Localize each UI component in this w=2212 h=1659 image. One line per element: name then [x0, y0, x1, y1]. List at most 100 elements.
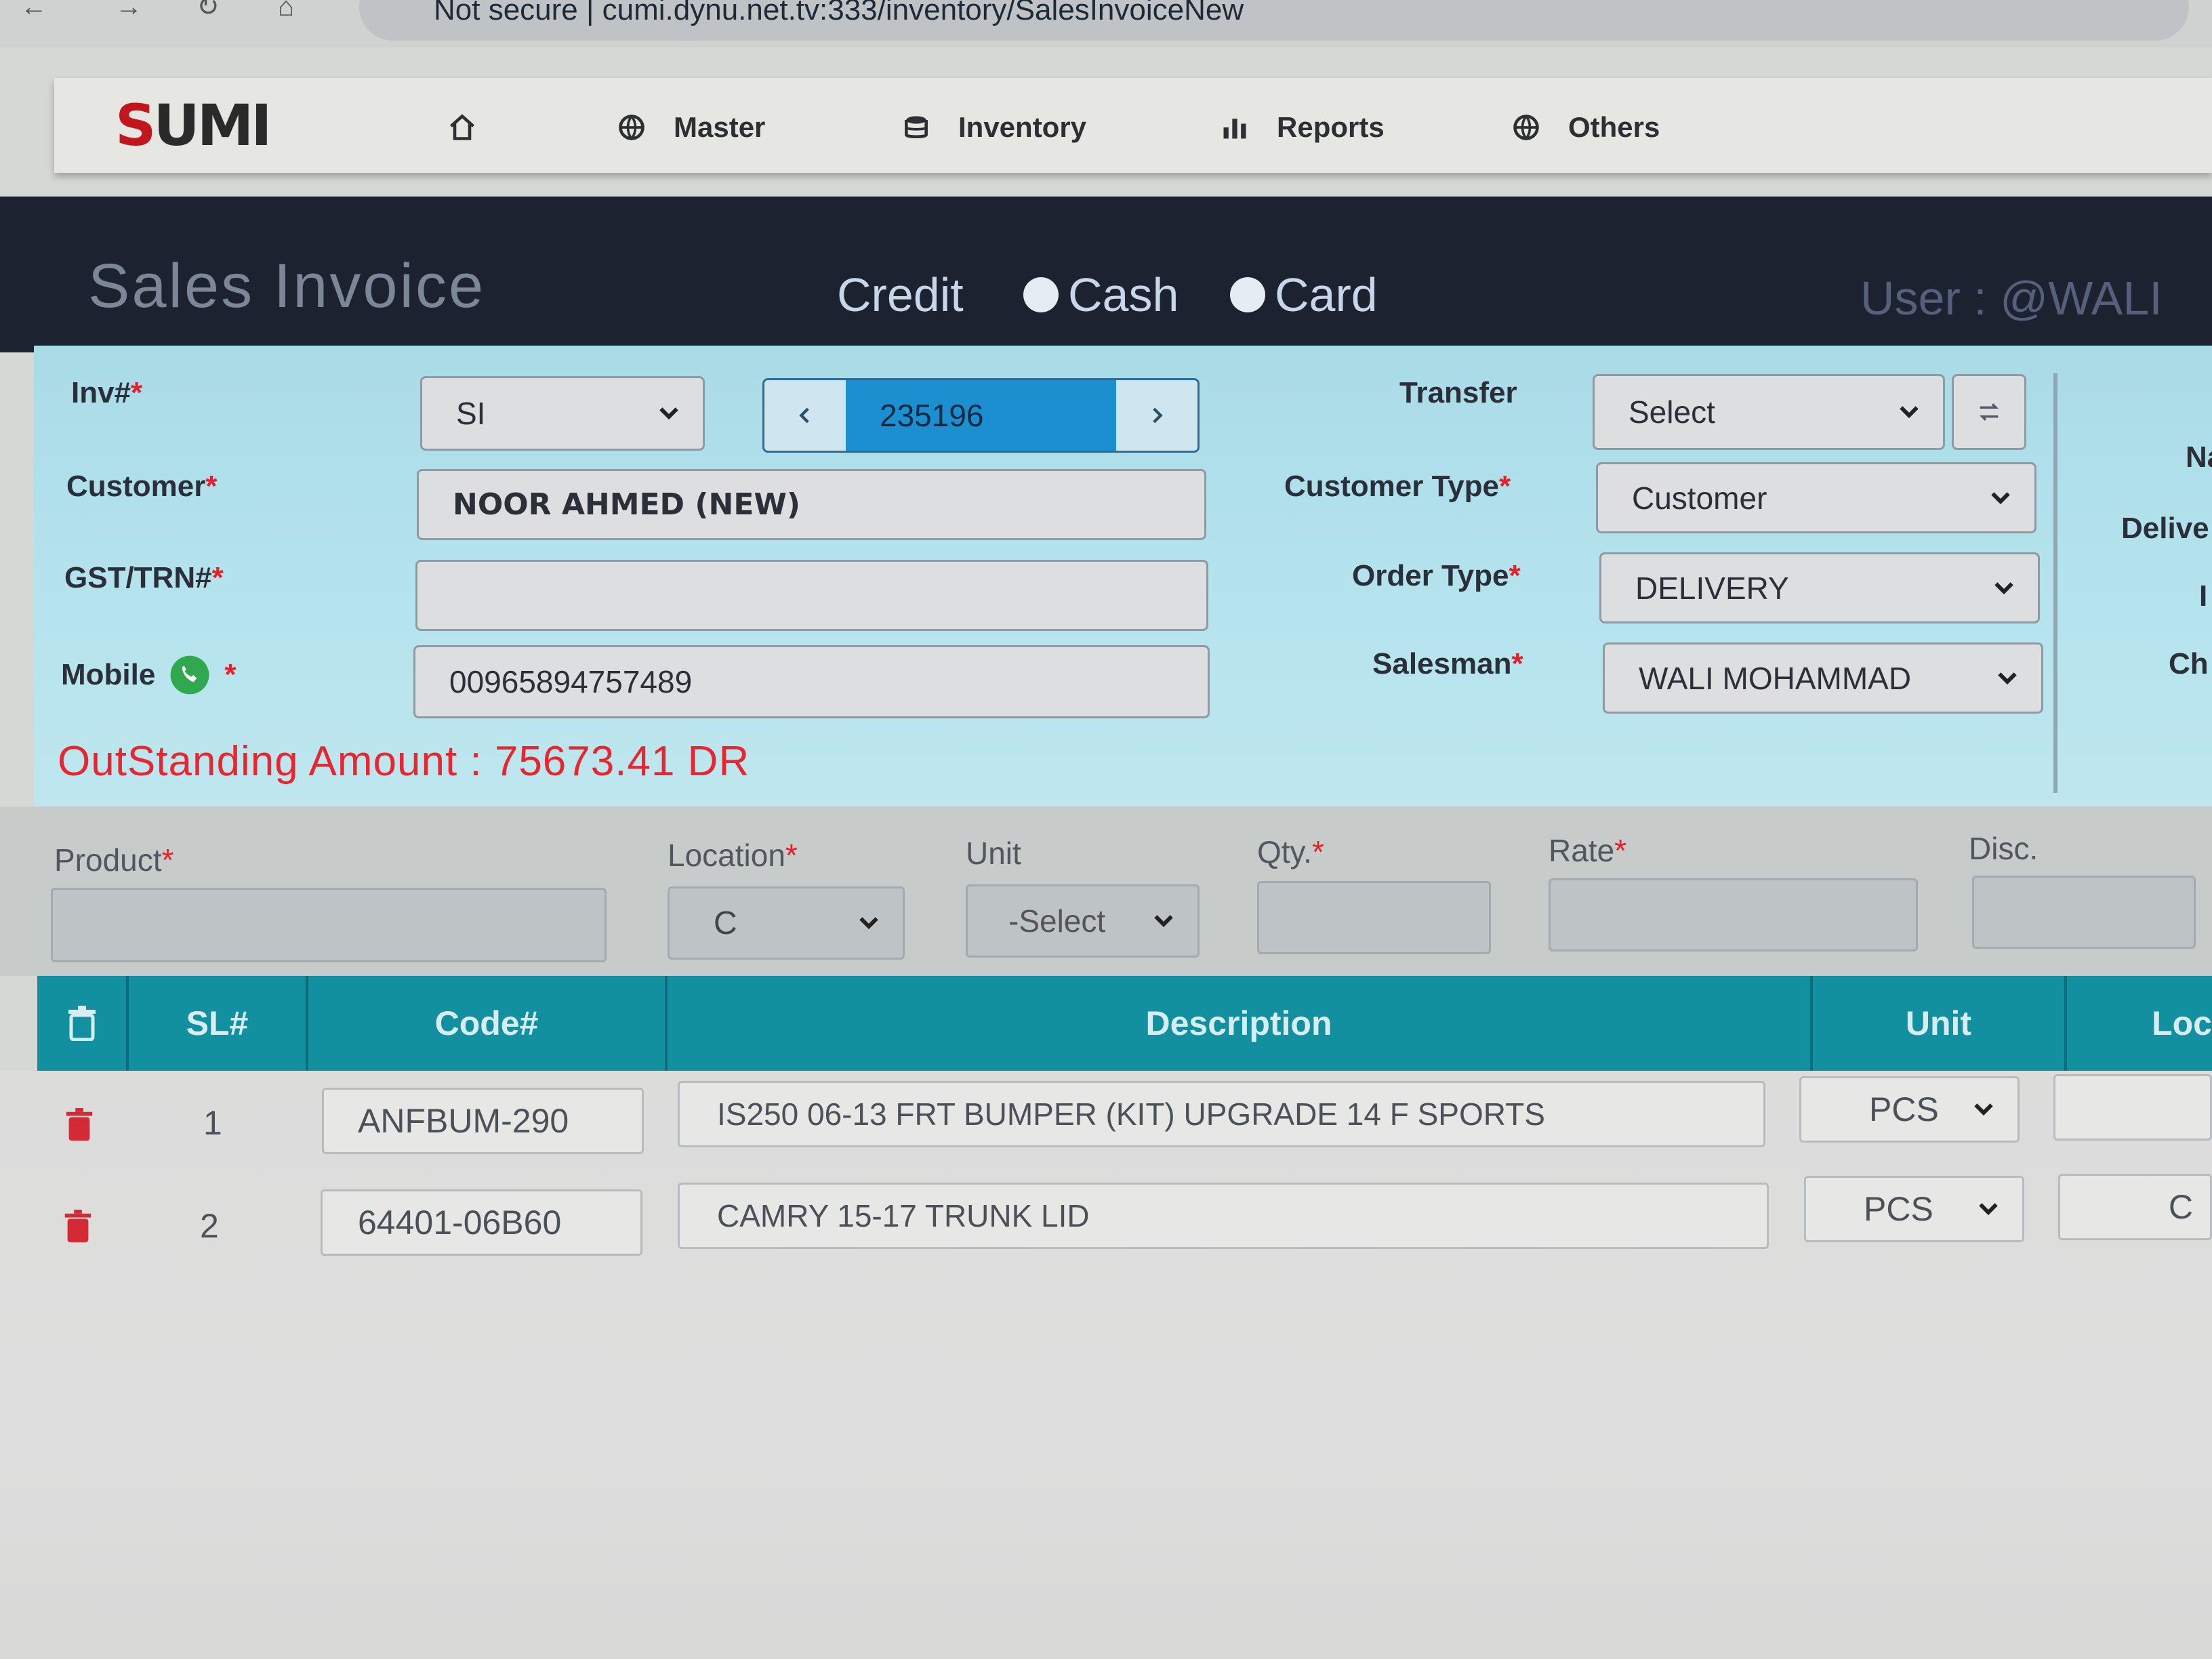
unit-label: Unit: [966, 836, 1021, 871]
payment-credit-option[interactable]: Credit: [837, 268, 964, 322]
nav-inventory-label: Inventory: [958, 111, 1087, 143]
swap-icon: [1979, 403, 1999, 421]
customer-type-select[interactable]: Customer: [1596, 462, 2036, 533]
payment-cash-label: Cash: [1068, 268, 1179, 321]
inv-number-field[interactable]: 235196: [846, 380, 1116, 451]
product-input[interactable]: [51, 888, 607, 962]
row-loc-field[interactable]: C: [2058, 1174, 2212, 1240]
product-entry-area: Product* Location* Unit Qty.* Rate* Disc…: [0, 806, 2212, 976]
right-label-name: Na: [2186, 441, 2212, 474]
row-description-field[interactable]: CAMRY 15-17 TRUNK LID: [678, 1183, 1769, 1249]
customer-field[interactable]: NOOR AHMED (NEW): [417, 469, 1206, 540]
payment-card-label: Card: [1275, 268, 1378, 321]
rate-label: Rate*: [1549, 833, 1627, 868]
customer-type-label: Customer Type*: [1284, 470, 1511, 503]
home-browser-icon[interactable]: ⌂: [278, 0, 305, 20]
whatsapp-icon: [170, 655, 209, 695]
chevron-left-icon: [799, 407, 809, 424]
payment-cash-option[interactable]: Cash: [1023, 268, 1179, 322]
nav-inventory[interactable]: Inventory: [901, 104, 1086, 151]
customer-label: Customer*: [66, 470, 218, 503]
chevron-down-icon: [1994, 581, 2013, 594]
mobile-field[interactable]: 00965894757489: [413, 645, 1210, 718]
next-invoice-button[interactable]: [1116, 380, 1197, 451]
col-description: Description: [668, 976, 1813, 1071]
transfer-select[interactable]: Select: [1593, 374, 1945, 450]
nav-reports-label: Reports: [1277, 111, 1385, 143]
back-icon[interactable]: ←: [20, 0, 47, 20]
unit-select[interactable]: -Select: [966, 884, 1200, 958]
order-type-value: DELIVERY: [1635, 570, 1789, 606]
inv-series-select[interactable]: SI: [420, 376, 705, 451]
logo-text: SUMI: [115, 92, 272, 159]
nav-master-label: Master: [674, 111, 766, 143]
chevron-down-icon: [659, 407, 678, 420]
delete-all-column[interactable]: [37, 976, 129, 1071]
chevron-down-icon: [1979, 1203, 1998, 1216]
chevron-down-icon: [1900, 406, 1919, 419]
database-icon: [901, 112, 931, 142]
chevron-down-icon: [1991, 491, 2010, 504]
chevron-down-icon: [859, 917, 878, 930]
payment-credit-label: Credit: [837, 268, 964, 321]
reload-icon[interactable]: ↻: [197, 0, 224, 20]
chevron-down-icon: [1998, 672, 2017, 684]
cash-radio[interactable]: [1023, 277, 1059, 312]
qty-input[interactable]: [1257, 881, 1491, 954]
salesman-label: Salesman*: [1372, 647, 1523, 680]
qty-label: Qty.*: [1257, 834, 1324, 869]
user-label: User : @WALI: [1860, 272, 2163, 325]
table-row: 2 64401-06B60 CAMRY 15-17 TRUNK LID PCS …: [0, 1172, 2212, 1274]
chevron-down-icon: [1974, 1103, 1993, 1116]
row-unit-select[interactable]: PCS: [1804, 1176, 2024, 1242]
salesman-value: WALI MOHAMMAD: [1639, 660, 1912, 696]
col-sl: SL#: [129, 976, 308, 1071]
row-unit-select[interactable]: PCS: [1799, 1076, 2020, 1143]
outstanding-amount: OutStanding Amount : 75673.41 DR: [58, 738, 750, 785]
brand-logo[interactable]: SUMI: [115, 92, 325, 159]
inv-series-value: SI: [456, 396, 486, 431]
address-bar[interactable]: Not secure | cumi.dynu.net.tv:333/invent…: [359, 0, 2189, 41]
transfer-value: Select: [1629, 394, 1715, 430]
transfer-swap-button[interactable]: [1952, 374, 2026, 450]
page-title: Sales Invoice: [88, 251, 486, 321]
nav-master[interactable]: Master: [617, 104, 765, 151]
rate-input[interactable]: [1549, 878, 1918, 951]
mobile-label: Mobile *: [61, 654, 236, 696]
gst-label: GST/TRN#*: [64, 561, 224, 594]
home-icon: [447, 112, 477, 142]
items-grid-header: SL# Code# Description Unit Loc: [37, 976, 2212, 1071]
col-unit: Unit: [1813, 976, 2067, 1071]
right-label-delivery: Delive: [2121, 512, 2209, 545]
nav-reports[interactable]: Reports: [1220, 104, 1385, 151]
row-description-field[interactable]: IS250 06-13 FRT BUMPER (KIT) UPGRADE 14 …: [678, 1081, 1765, 1147]
row-loc-field[interactable]: [2053, 1074, 2212, 1141]
location-value: C: [714, 905, 737, 941]
items-grid-body: 1 ANFBUM-290 IS250 06-13 FRT BUMPER (KIT…: [0, 1071, 2212, 1659]
forward-icon[interactable]: →: [115, 0, 142, 20]
transfer-label: Transfer: [1399, 376, 1517, 409]
prev-invoice-button[interactable]: [764, 380, 846, 451]
salesman-select[interactable]: WALI MOHAMMAD: [1603, 642, 2043, 714]
location-select[interactable]: C: [668, 886, 905, 960]
row-code-field[interactable]: ANFBUM-290: [322, 1088, 644, 1154]
payment-card-option[interactable]: Card: [1230, 268, 1378, 322]
order-type-label: Order Type*: [1352, 559, 1521, 592]
col-loc: Loc: [2152, 1004, 2212, 1042]
row-code-field[interactable]: 64401-06B60: [321, 1189, 642, 1256]
row-unit-value: PCS: [1864, 1190, 1933, 1228]
row-sl: 1: [203, 1104, 222, 1142]
delete-row-icon[interactable]: [63, 1210, 93, 1244]
nav-others[interactable]: Others: [1511, 104, 1660, 151]
browser-toolbar: ← → ↻ ⌂ Not secure | cumi.dynu.net.tv:33…: [0, 0, 2212, 47]
disc-label: Disc.: [1969, 831, 2039, 866]
inv-label: Inv#*: [71, 376, 143, 409]
card-radio[interactable]: [1230, 277, 1265, 312]
trash-icon: [68, 1006, 96, 1041]
gst-field[interactable]: [415, 560, 1208, 631]
nav-home[interactable]: [447, 104, 477, 151]
order-type-select[interactable]: DELIVERY: [1599, 552, 2040, 623]
disc-input[interactable]: [1972, 876, 2196, 949]
delete-row-icon[interactable]: [64, 1108, 94, 1142]
chevron-down-icon: [1154, 915, 1173, 928]
